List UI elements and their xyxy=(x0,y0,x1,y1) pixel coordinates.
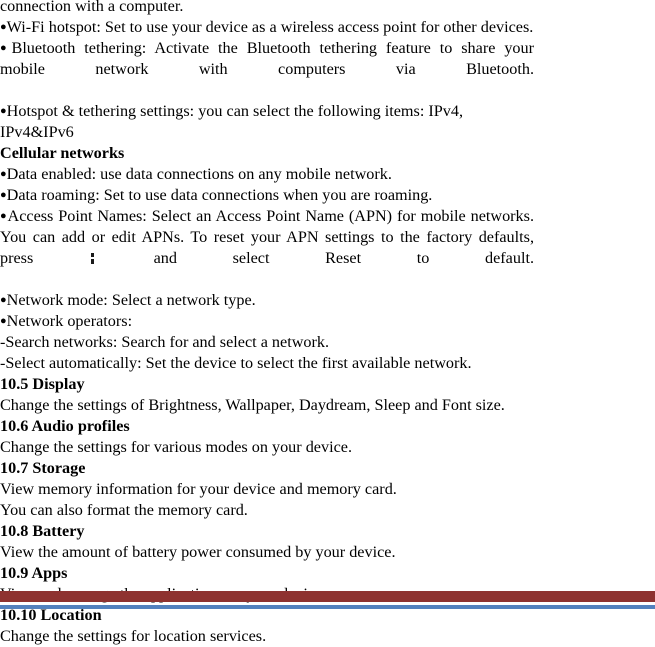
body-10-7-storage-line-2: You can also format the memory card. xyxy=(0,501,248,519)
heading-cellular-networks: Cellular networks xyxy=(0,144,125,162)
bullet-icon: ● xyxy=(0,168,7,180)
heading-10-5-display: 10.5 Display xyxy=(0,375,85,393)
body-10-8-battery: View the amount of battery power consume… xyxy=(0,543,396,561)
body-10-10-location: Change the settings for location service… xyxy=(0,627,267,645)
bullet-item-label: Hotspot & tethering settings: you can se… xyxy=(0,102,463,141)
bullet-item-label: Data roaming: Set to use data connection… xyxy=(6,186,433,204)
footer-rule-blue xyxy=(0,605,655,609)
bullet-item-access-point-names: ●Access Point Names: Select an Access Po… xyxy=(0,206,534,290)
bullet-item-data-roaming: ●Data roaming: Set to use data connectio… xyxy=(0,185,534,206)
bullet-item-label-tail: and select Reset to default. xyxy=(97,249,534,267)
bullet-item-label: Network mode: Select a network type. xyxy=(6,291,256,309)
bullet-item-label: Network operators: xyxy=(6,312,133,330)
heading-10-8-battery: 10.8 Battery xyxy=(0,522,85,540)
sub-item-select-automatically: -Select automatically: Set the device to… xyxy=(0,354,472,372)
footer-decorative-rules xyxy=(0,590,655,610)
bullet-icon: ● xyxy=(0,21,7,33)
bullet-item-label: Bluetooth tethering: Activate the Blueto… xyxy=(0,39,534,78)
heading-10-9-apps: 10.9 Apps xyxy=(0,564,68,582)
body-10-7-storage-line-1: View memory information for your device … xyxy=(0,480,397,498)
paragraph-continuation: connection with a computer. xyxy=(0,0,184,15)
bullet-item-label: Data enabled: use data connections on an… xyxy=(6,165,392,183)
bullet-item-data-enabled: ●Data enabled: use data connections on a… xyxy=(0,164,534,185)
bullet-icon: ● xyxy=(0,105,7,117)
heading-10-6-audio-profiles: 10.6 Audio profiles xyxy=(0,417,130,435)
bullet-item-network-mode: ●Network mode: Select a network type. xyxy=(0,290,534,311)
bullet-icon: ● xyxy=(0,294,7,306)
bullet-item-label: Wi-Fi hotspot: Set to use your device as… xyxy=(6,18,534,36)
sub-item-search-networks: -Search networks: Search for and select … xyxy=(0,333,330,351)
bullet-item-wifi-hotspot: ●Wi-Fi hotspot: Set to use your device a… xyxy=(0,17,534,38)
bullet-icon: ● xyxy=(0,189,7,201)
footer-rule-red xyxy=(0,591,655,602)
bullet-icon: ● xyxy=(0,42,12,54)
heading-10-7-storage: 10.7 Storage xyxy=(0,459,86,477)
bullet-item-network-operators: ●Network operators: xyxy=(0,311,534,332)
bullet-item-bluetooth-tethering: ●Bluetooth tethering: Activate the Bluet… xyxy=(0,38,534,101)
body-10-6-audio-profiles: Change the settings for various modes on… xyxy=(0,438,352,456)
bullet-item-hotspot-tethering-settings: ●Hotspot & tethering settings: you can s… xyxy=(0,101,534,143)
body-10-5-display: Change the settings of Brightness, Wallp… xyxy=(0,396,505,414)
bullet-icon: ● xyxy=(0,210,8,222)
document-body: connection with a computer. ●Wi-Fi hotsp… xyxy=(0,0,534,647)
bullet-icon: ● xyxy=(0,315,7,327)
document-page: connection with a computer. ●Wi-Fi hotsp… xyxy=(0,0,655,645)
